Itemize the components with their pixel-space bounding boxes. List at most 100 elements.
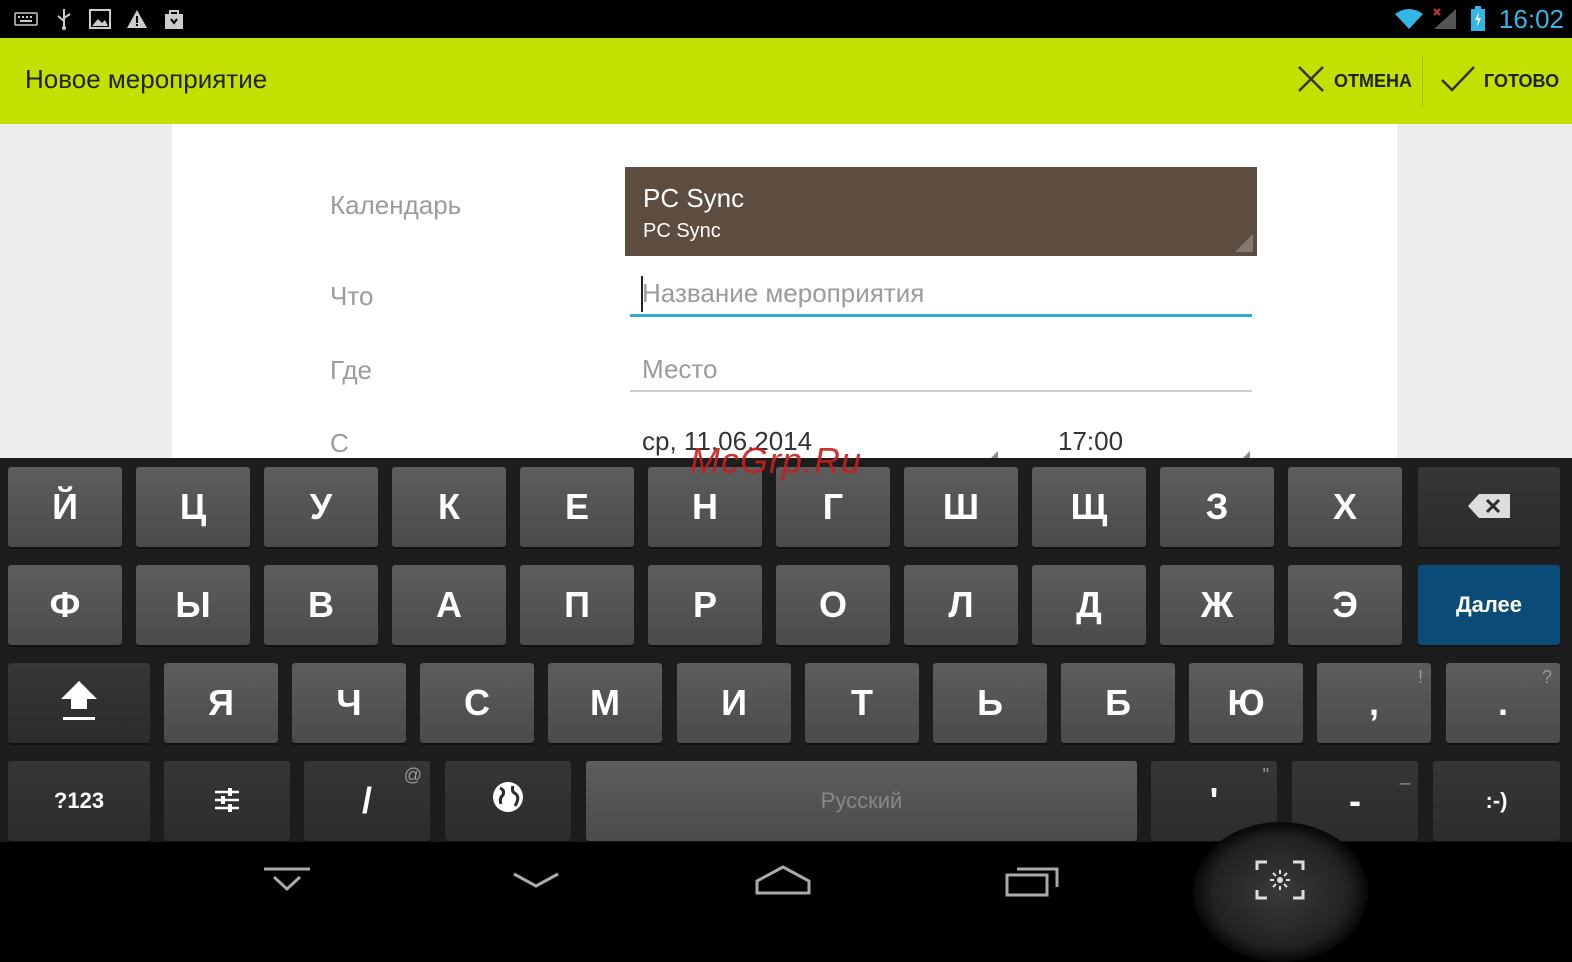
event-title-input[interactable] bbox=[630, 273, 1252, 317]
clock: 16:02 bbox=[1498, 4, 1564, 34]
sliders-icon bbox=[213, 780, 241, 822]
key[interactable]: Р bbox=[648, 565, 762, 645]
key[interactable]: Ш bbox=[904, 467, 1018, 547]
action-divider bbox=[1422, 56, 1423, 106]
shopping-bag-icon bbox=[162, 7, 186, 31]
key[interactable]: Ф bbox=[8, 565, 122, 645]
key[interactable]: Ч bbox=[292, 663, 406, 743]
dash-label: - bbox=[1349, 780, 1361, 821]
comma-hint: ! bbox=[1417, 667, 1423, 687]
back-chevron-icon bbox=[511, 868, 561, 897]
settings-key[interactable] bbox=[164, 761, 290, 841]
key[interactable]: Ц bbox=[136, 467, 250, 547]
key[interactable]: У bbox=[264, 467, 378, 547]
spinner-corner-icon bbox=[990, 451, 998, 458]
what-label: Что bbox=[330, 281, 374, 311]
screenshot-icon bbox=[1255, 860, 1305, 905]
language-key[interactable] bbox=[445, 761, 571, 841]
backspace-icon bbox=[1467, 486, 1511, 528]
calendar-account: PC Sync bbox=[643, 220, 721, 242]
checkmark-icon bbox=[1440, 64, 1476, 99]
navigation-bar bbox=[0, 822, 1572, 962]
battery-icon bbox=[1468, 6, 1488, 31]
signal-icon bbox=[1432, 7, 1458, 31]
done-button[interactable]: ГОТОВО bbox=[1440, 38, 1559, 124]
key[interactable]: В bbox=[264, 565, 378, 645]
soft-keyboard: Й Ц У К Е Н Г Ш Щ З Х Ф Ы В А П Р О Л Д … bbox=[0, 458, 1572, 842]
page-title: Новое мероприятие bbox=[25, 64, 268, 94]
key[interactable]: О bbox=[776, 565, 890, 645]
key[interactable]: Х bbox=[1288, 467, 1402, 547]
recent-apps-button[interactable] bbox=[993, 852, 1073, 912]
calendar-spinner[interactable]: PC Sync PC Sync bbox=[625, 167, 1257, 256]
key[interactable]: Я bbox=[164, 663, 278, 743]
text-cursor bbox=[641, 276, 643, 312]
key[interactable]: М bbox=[548, 663, 662, 743]
key[interactable]: Й bbox=[8, 467, 122, 547]
keyboard-icon bbox=[14, 7, 38, 31]
key[interactable]: Д bbox=[1032, 565, 1146, 645]
home-icon bbox=[753, 863, 813, 902]
calendar-name: PC Sync bbox=[643, 183, 745, 213]
back-button[interactable] bbox=[496, 852, 576, 912]
slash-label: / bbox=[361, 780, 372, 821]
cancel-button[interactable]: ОТМЕНА bbox=[1296, 38, 1412, 124]
period-key[interactable]: . ? bbox=[1446, 663, 1560, 743]
event-form-card: Календарь PC Sync PC Sync Что Где С ср, … bbox=[172, 124, 1397, 458]
from-label: С bbox=[330, 428, 349, 458]
recent-apps-icon bbox=[1005, 863, 1061, 902]
key[interactable]: Т bbox=[805, 663, 919, 743]
symbols-key[interactable]: ?123 bbox=[8, 761, 150, 841]
event-editor: Календарь PC Sync PC Sync Что Где С ср, … bbox=[0, 124, 1572, 458]
screenshot-button[interactable] bbox=[1240, 852, 1320, 912]
where-label: Где bbox=[330, 355, 372, 385]
home-button[interactable] bbox=[743, 852, 823, 912]
key[interactable]: Е bbox=[520, 467, 634, 547]
wifi-icon bbox=[1394, 7, 1424, 31]
status-bar: 16:02 bbox=[0, 0, 1572, 38]
close-icon bbox=[1296, 64, 1326, 99]
apostrophe-hint: " bbox=[1262, 765, 1269, 785]
key[interactable]: Л bbox=[904, 565, 1018, 645]
done-label: ГОТОВО bbox=[1484, 70, 1560, 91]
slash-key[interactable]: / @ bbox=[304, 761, 430, 841]
watermark: McGrp.Ru bbox=[690, 440, 863, 481]
key[interactable]: К bbox=[392, 467, 506, 547]
comma-label: , bbox=[1368, 682, 1379, 723]
key[interactable]: Ж bbox=[1160, 565, 1274, 645]
key[interactable]: Б bbox=[1061, 663, 1175, 743]
start-time-spinner[interactable]: 17:00 bbox=[1058, 426, 1123, 457]
key[interactable]: З bbox=[1160, 467, 1274, 547]
period-hint: ? bbox=[1541, 667, 1552, 687]
key[interactable]: Щ bbox=[1032, 467, 1146, 547]
globe-icon bbox=[491, 780, 525, 823]
key[interactable]: Ь bbox=[933, 663, 1047, 743]
hide-keyboard-icon bbox=[262, 865, 312, 900]
dash-hint: _ bbox=[1399, 765, 1410, 785]
next-key[interactable]: Далее bbox=[1418, 565, 1560, 645]
key[interactable]: Ю bbox=[1189, 663, 1303, 743]
spinner-corner-icon bbox=[1242, 451, 1250, 458]
calendar-label: Календарь bbox=[330, 190, 462, 220]
comma-key[interactable]: , ! bbox=[1317, 663, 1431, 743]
slash-hint: @ bbox=[403, 765, 422, 785]
spinner-corner-icon bbox=[1235, 234, 1253, 252]
key[interactable]: А bbox=[392, 565, 506, 645]
image-icon bbox=[88, 7, 112, 31]
smiley-key[interactable]: :-) bbox=[1433, 761, 1560, 841]
usb-icon bbox=[52, 7, 76, 31]
key[interactable]: И bbox=[677, 663, 791, 743]
apostrophe-label: ' bbox=[1209, 780, 1219, 821]
key[interactable]: П bbox=[520, 565, 634, 645]
location-input[interactable] bbox=[630, 348, 1252, 392]
key[interactable]: С bbox=[420, 663, 534, 743]
hide-keyboard-button[interactable] bbox=[247, 852, 327, 912]
shift-icon bbox=[59, 677, 99, 730]
key[interactable]: Э bbox=[1288, 565, 1402, 645]
warning-icon bbox=[125, 7, 149, 31]
backspace-key[interactable] bbox=[1418, 467, 1560, 547]
key[interactable]: Ы bbox=[136, 565, 250, 645]
space-key[interactable]: Русский bbox=[586, 761, 1137, 841]
cancel-label: ОТМЕНА bbox=[1334, 70, 1412, 91]
shift-key[interactable] bbox=[8, 663, 150, 743]
